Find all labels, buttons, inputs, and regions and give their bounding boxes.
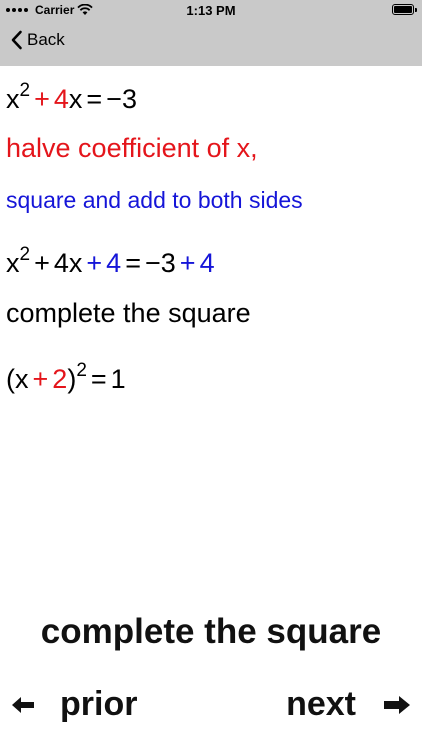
step-caption-halve: halve coefficient of x, [6, 133, 258, 163]
eq3-close: ) [67, 364, 77, 394]
eq2-plus-1: + [34, 248, 50, 278]
equation-step-2: x2 +4x +4 = −3 +4 [6, 245, 215, 279]
eq2-plus-2: + [86, 248, 103, 278]
eq1-coefficient: 4 [53, 84, 69, 114]
eq2-x: x [6, 248, 20, 278]
eq1-plus: + [34, 84, 50, 114]
equation-step-1: x2 +4x = −3 [6, 81, 137, 115]
eq2-equals: = [125, 248, 141, 278]
eq1-x: x [6, 84, 20, 114]
status-time: 1:13 PM [186, 3, 236, 18]
battery-icon [392, 4, 417, 15]
next-button[interactable]: next [286, 685, 412, 724]
next-label: next [286, 685, 356, 723]
arrow-left-icon [12, 696, 34, 713]
status-bar: Carrier 1:13 PM [0, 0, 422, 22]
eq3-exponent: 2 [76, 360, 87, 381]
prior-button[interactable]: prior [10, 685, 137, 724]
step-title: complete the square [40, 612, 382, 651]
eq1-rhs: −3 [106, 84, 137, 114]
prior-label: prior [60, 685, 138, 723]
eq3-constant: 2 [52, 364, 68, 394]
eq2-rhs: −3 [144, 248, 176, 278]
arrow-right-icon [384, 695, 410, 714]
eq3-open: (x [6, 364, 29, 394]
eq2-exponent: 2 [19, 244, 31, 265]
equation-step-3: (x +2)2 = 1 [6, 361, 126, 395]
eq2-linear-term: 4x [53, 248, 83, 278]
eq3-equals: = [90, 364, 107, 394]
eq3-rhs: 1 [110, 364, 126, 394]
step-caption-square-add: square and add to both sides [6, 187, 303, 213]
back-button[interactable]: Back [10, 30, 65, 50]
chevron-left-icon [11, 30, 22, 50]
eq2-added-right: 4 [199, 248, 215, 278]
back-label: Back [27, 30, 65, 49]
eq1-equals: = [86, 84, 103, 114]
eq1-exponent: 2 [19, 80, 31, 101]
eq1-x-term: x [68, 84, 83, 114]
eq2-plus-3: + [179, 248, 196, 278]
navigation-bar: Carrier 1:13 PM Back [0, 0, 422, 66]
eq3-plus: + [32, 364, 49, 394]
eq2-added-left: 4 [106, 248, 122, 278]
step-caption-complete: complete the square [6, 298, 251, 328]
